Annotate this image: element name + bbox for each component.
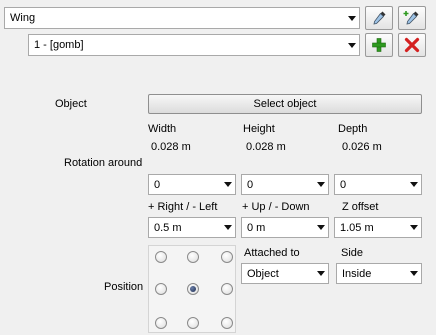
- chevron-down-icon: [314, 218, 328, 237]
- position-radio-middle-right[interactable]: [221, 283, 233, 295]
- rotation-around-label: Rotation around: [64, 157, 143, 169]
- position-radio-middle-center[interactable]: [187, 283, 199, 295]
- right-left-value: 0.5 m: [154, 221, 182, 234]
- add-button[interactable]: [365, 33, 393, 57]
- position-radio-bottom-right[interactable]: [221, 317, 233, 329]
- side-value: Inside: [342, 267, 372, 280]
- width-value: 0.028 m: [151, 141, 191, 153]
- rotation-y-value: 0: [247, 178, 254, 191]
- chevron-down-icon: [407, 218, 421, 237]
- wing-select[interactable]: Wing: [4, 7, 360, 29]
- pick-button[interactable]: [365, 6, 393, 30]
- up-down-label: + Up / - Down: [242, 201, 310, 213]
- delete-button[interactable]: [398, 33, 426, 57]
- position-radio-bottom-left[interactable]: [155, 317, 167, 329]
- rotation-z-select[interactable]: 0: [334, 174, 422, 195]
- wing-select-value: Wing: [10, 12, 36, 24]
- attached-to-label: Attached to: [244, 247, 300, 259]
- height-label: Height: [243, 123, 275, 135]
- depth-value: 0.026 m: [342, 141, 382, 153]
- side-select[interactable]: Inside: [336, 263, 422, 284]
- position-radio-top-left[interactable]: [155, 251, 167, 263]
- position-radio-middle-left[interactable]: [155, 283, 167, 295]
- item-select-value: 1 - [gomb]: [34, 39, 84, 51]
- side-label: Side: [341, 247, 364, 259]
- chevron-down-icon: [407, 175, 421, 194]
- right-left-label: + Right / - Left: [148, 201, 218, 213]
- select-object-label: Select object: [253, 98, 317, 110]
- attached-to-value: Object: [247, 267, 279, 280]
- chevron-down-icon: [221, 175, 235, 194]
- attached-to-select[interactable]: Object: [241, 263, 329, 284]
- rotation-x-value: 0: [154, 178, 161, 191]
- position-radio-top-center[interactable]: [187, 251, 199, 263]
- chevron-down-icon: [314, 175, 328, 194]
- pick-plus-button[interactable]: [398, 6, 426, 30]
- up-down-value: 0 m: [247, 221, 266, 234]
- position-radio-bottom-center[interactable]: [187, 317, 199, 329]
- position-label: Position: [104, 281, 144, 293]
- position-grid: [148, 245, 236, 333]
- delete-x-icon: [404, 37, 420, 53]
- right-left-select[interactable]: 0.5 m: [148, 217, 236, 238]
- select-object-button[interactable]: Select object: [148, 94, 422, 114]
- rotation-y-select[interactable]: 0: [241, 174, 329, 195]
- rotation-z-value: 0: [340, 178, 347, 191]
- height-value: 0.028 m: [246, 141, 286, 153]
- depth-label: Depth: [338, 123, 368, 135]
- chevron-down-icon: [314, 264, 328, 283]
- eyedropper-icon: [373, 11, 386, 25]
- object-label: Object: [55, 98, 87, 110]
- chevron-down-icon: [345, 35, 359, 55]
- rotation-x-select[interactable]: 0: [148, 174, 236, 195]
- z-offset-value: 1.05 m: [340, 221, 374, 234]
- z-offset-select[interactable]: 1.05 m: [334, 217, 422, 238]
- position-radio-top-right[interactable]: [221, 251, 233, 263]
- chevron-down-icon: [345, 8, 359, 28]
- chevron-down-icon: [221, 218, 235, 237]
- up-down-select[interactable]: 0 m: [241, 217, 329, 238]
- chevron-down-icon: [407, 264, 421, 283]
- plus-icon: [372, 38, 386, 52]
- z-offset-label: Z offset: [342, 201, 379, 213]
- eyedropper-plus-icon: [403, 11, 419, 25]
- item-select[interactable]: 1 - [gomb]: [28, 34, 360, 56]
- width-label: Width: [148, 123, 177, 135]
